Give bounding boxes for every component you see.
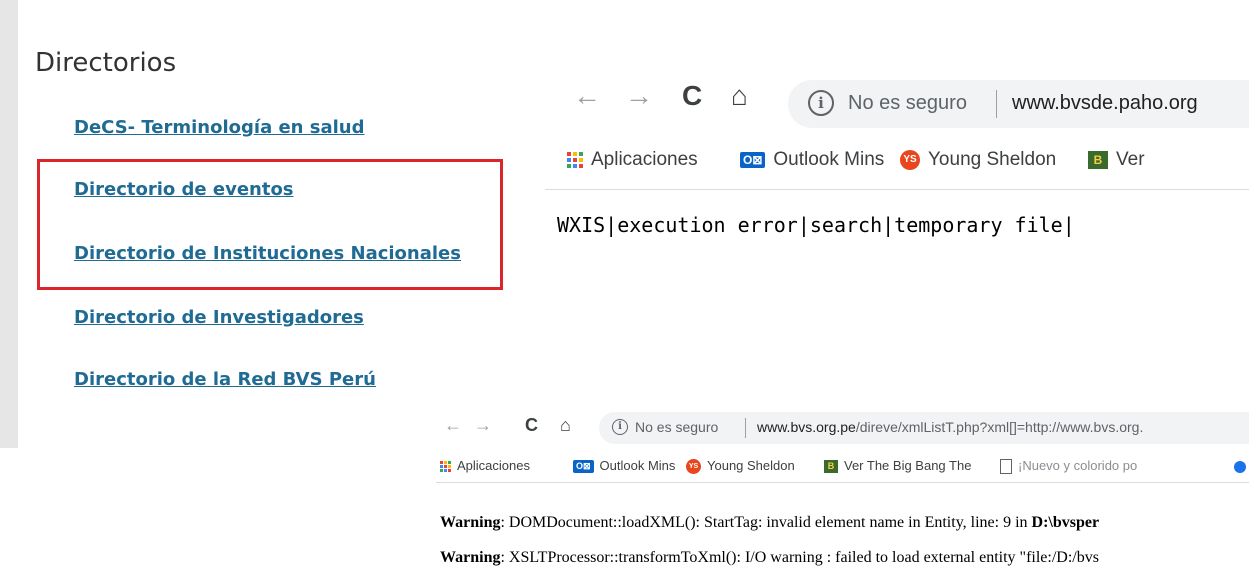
bookmark-outlook[interactable]: O⊠ Outlook Mins: [573, 458, 676, 474]
bookmark-young-sheldon-label: Young Sheldon: [928, 149, 1057, 170]
forward-icon[interactable]: →: [625, 80, 653, 112]
warning-text: : XSLTProcessor::transformToXml(): I/O w…: [500, 549, 1099, 566]
bookmark-big-bang-label: Ver The Big Bang The: [844, 458, 972, 473]
highlight-box: [37, 159, 503, 290]
bookmarks-divider: [436, 482, 1249, 483]
bookmark-apps-label: Aplicaciones: [457, 458, 530, 473]
bookmark-google[interactable]: [1234, 458, 1246, 473]
url-host: www.bvs.org.pe: [757, 419, 856, 435]
bookmark-nuevo[interactable]: ¡Nuevo y colorido po: [1000, 458, 1138, 475]
home-icon[interactable]: ⌂: [560, 415, 571, 436]
page-icon: [1000, 459, 1012, 475]
bookmark-ver-label: Ver: [1116, 149, 1145, 170]
tv-show-icon: B: [824, 460, 838, 474]
link-decs[interactable]: DeCS- Terminología en salud: [74, 117, 365, 138]
security-status: No es seguro: [848, 92, 967, 114]
url-text[interactable]: www.bvsde.paho.org: [1012, 92, 1198, 115]
address-separator: [996, 90, 997, 118]
address-bar[interactable]: i No es seguro www.bvsde.paho.org: [788, 80, 1249, 128]
security-status: No es seguro: [635, 419, 719, 435]
back-icon[interactable]: ←: [444, 415, 462, 436]
warning-text: : DOMDocument::loadXML(): StartTag: inva…: [500, 514, 1032, 531]
directorios-title: Directorios: [35, 48, 177, 78]
link-directorio-red-bvs[interactable]: Directorio de la Red BVS Perú: [74, 369, 376, 390]
bookmarks-divider: [545, 189, 1249, 190]
young-sheldon-icon: YS: [686, 459, 701, 475]
bookmark-young-sheldon-label: Young Sheldon: [707, 458, 795, 473]
bookmark-outlook[interactable]: O⊠ Outlook Mins: [740, 149, 884, 171]
outlook-icon: O⊠: [740, 151, 766, 168]
warning-line-1: Warning: DOMDocument::loadXML(): StartTa…: [440, 514, 1099, 532]
warning-label: Warning: [440, 514, 501, 531]
warning-line-2: Warning: XSLTProcessor::transformToXml()…: [440, 549, 1099, 567]
bookmark-outlook-label: Outlook Mins: [773, 149, 885, 170]
bookmark-nuevo-label: ¡Nuevo y colorido po: [1018, 458, 1138, 473]
tv-show-icon: B: [1088, 150, 1108, 169]
bookmark-apps[interactable]: Aplicaciones: [567, 149, 698, 171]
apps-grid-icon: [567, 151, 583, 168]
young-sheldon-icon: YS: [900, 149, 920, 170]
forward-icon[interactable]: →: [474, 415, 492, 436]
outlook-icon: O⊠: [573, 460, 594, 474]
browser-screenshot-1: ← → C ⌂ i No es seguro www.bvsde.paho.or…: [545, 68, 1249, 258]
info-icon[interactable]: i: [612, 419, 628, 435]
reload-icon[interactable]: C: [682, 80, 702, 112]
bookmark-outlook-label: Outlook Mins: [599, 458, 676, 473]
reload-icon[interactable]: C: [525, 415, 538, 436]
url-text[interactable]: www.bvs.org.pe/direve/xmlListT.php?xml[]…: [757, 419, 1143, 435]
bookmark-apps-label: Aplicaciones: [591, 149, 698, 170]
sidebar-accent-bar: [0, 0, 18, 448]
address-separator: [745, 418, 746, 438]
home-icon[interactable]: ⌂: [731, 80, 748, 112]
bookmark-young-sheldon[interactable]: YS Young Sheldon: [900, 149, 1056, 171]
bookmark-ver[interactable]: B Ver: [1088, 149, 1145, 171]
apps-grid-icon: [440, 461, 451, 473]
back-icon[interactable]: ←: [573, 80, 601, 112]
address-bar[interactable]: i No es seguro www.bvs.org.pe/direve/xml…: [599, 412, 1249, 444]
bookmark-young-sheldon[interactable]: YS Young Sheldon: [686, 458, 795, 475]
warning-path: D:\bvsper: [1031, 514, 1100, 531]
bookmark-big-bang[interactable]: B Ver The Big Bang The: [824, 458, 972, 474]
info-icon[interactable]: i: [808, 90, 834, 116]
google-icon: [1234, 460, 1246, 473]
browser-screenshot-2: ← → C ⌂ i No es seguro www.bvs.org.pe/di…: [436, 408, 1249, 579]
bookmark-apps[interactable]: Aplicaciones: [440, 458, 530, 473]
error-message: WXIS|execution error|search|temporary fi…: [557, 213, 1075, 237]
warning-label: Warning: [440, 549, 501, 566]
link-directorio-investigadores[interactable]: Directorio de Investigadores: [74, 307, 364, 328]
url-path: /direve/xmlListT.php?xml[]=http://www.bv…: [855, 419, 1144, 435]
